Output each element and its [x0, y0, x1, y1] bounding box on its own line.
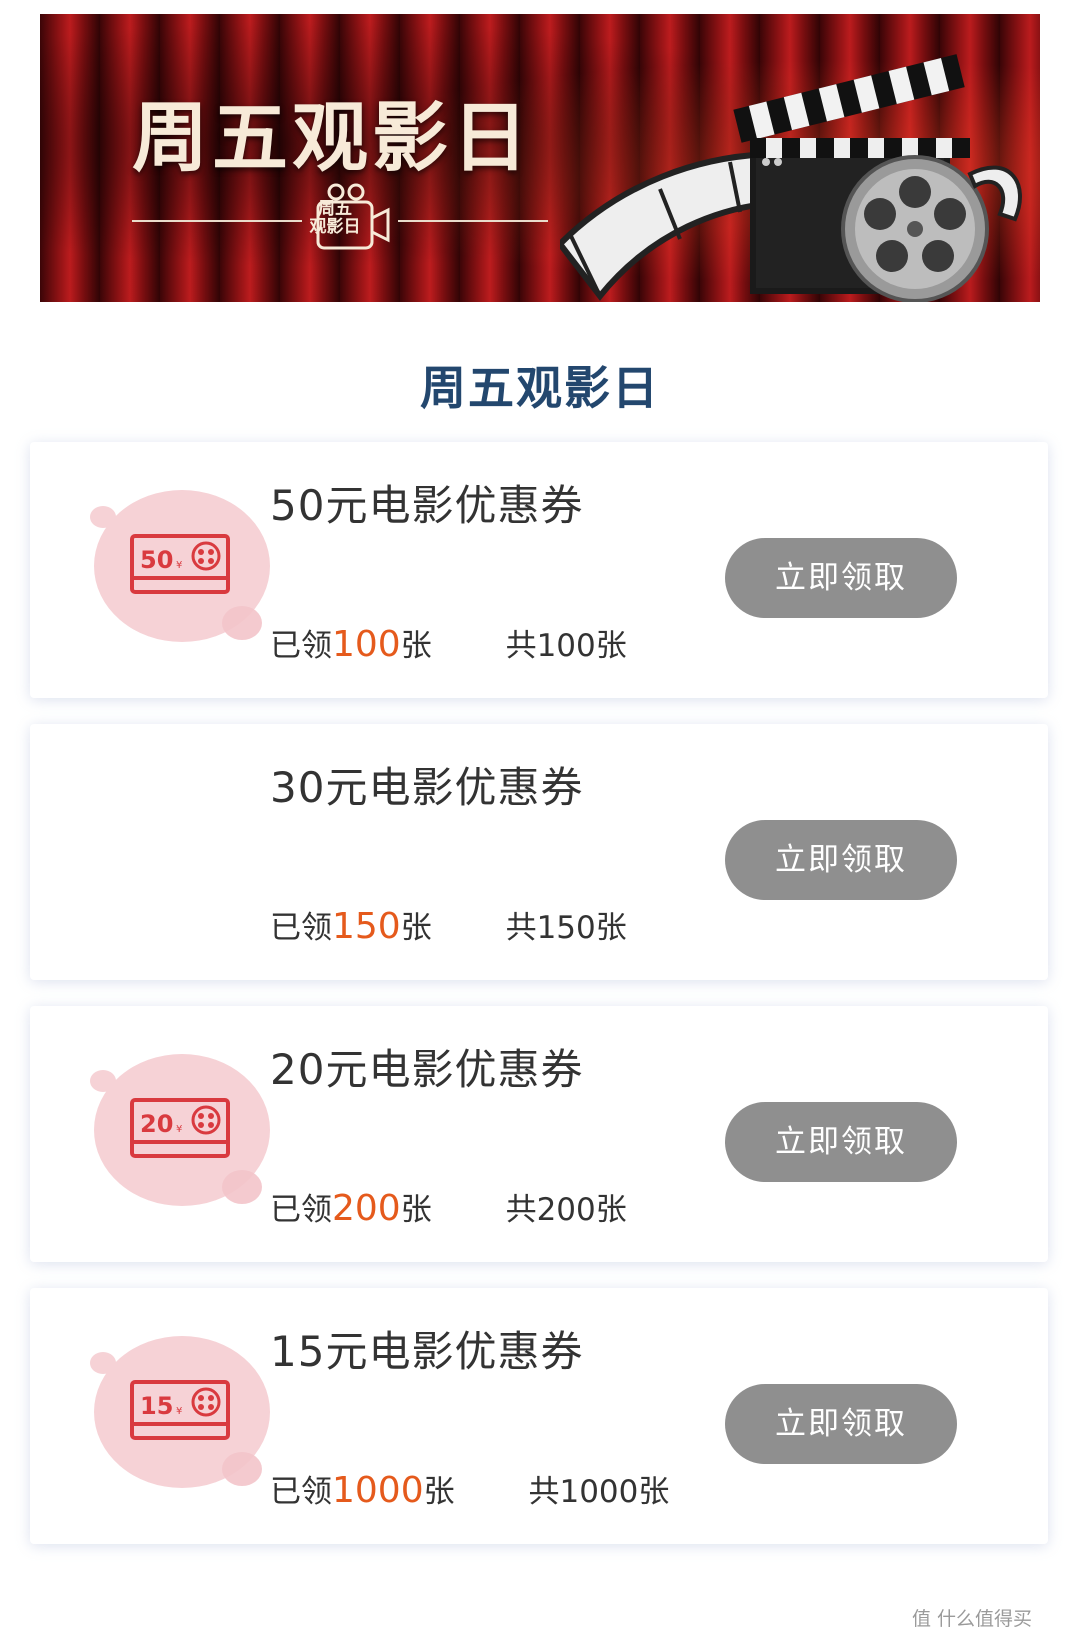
coupon-card: 15 ¥ 15元电影优惠券 已领1000张 共1000张 立即领取 — [30, 1288, 1048, 1544]
claim-button[interactable]: 立即领取 — [725, 820, 957, 900]
coupon-stats: 已领150张 共150张 — [270, 906, 627, 947]
movie-ticket-icon: 20 ¥ — [130, 1098, 230, 1158]
claimed-count: 150 — [332, 906, 401, 947]
svg-text:¥: ¥ — [176, 560, 182, 571]
hero-banner[interactable]: 周五观影日 周五 观影日 — [40, 14, 1040, 302]
coupon-card: 30元电影优惠券 已领150张 共150张 立即领取 — [30, 724, 1048, 980]
svg-text:¥: ¥ — [176, 1406, 182, 1417]
banner-logo-line2: 观影日 — [309, 217, 361, 237]
coupon-title: 15元电影优惠券 — [270, 1327, 584, 1376]
total-count: 共1000张 — [528, 1474, 670, 1510]
claim-button[interactable]: 立即领取 — [725, 538, 957, 618]
svg-text:¥: ¥ — [176, 1124, 182, 1135]
coupon-icon-wrapper: 15 ¥ — [60, 1332, 270, 1502]
coupon-title: 20元电影优惠券 — [270, 1045, 584, 1094]
claimed-count: 1000 — [332, 1470, 424, 1511]
coupon-title: 30元电影优惠券 — [270, 763, 584, 812]
coupon-card: 20 ¥ 20元电影优惠券 已领200张 共200张 立即领取 — [30, 1006, 1048, 1262]
total-count: 共100张 — [505, 628, 627, 664]
clapperboard-film-reel-icon — [560, 54, 1022, 302]
movie-ticket-icon: 50 ¥ — [130, 534, 230, 594]
coupon-icon-wrapper: 20 ¥ — [60, 1050, 270, 1220]
movie-ticket-icon: 15 ¥ — [130, 1380, 230, 1440]
total-count: 共200张 — [505, 1192, 627, 1228]
coupon-stats: 已领200张 共200张 — [270, 1188, 627, 1229]
coupon-title: 50元电影优惠券 — [270, 481, 584, 530]
banner-logo-line1: 周五 — [318, 199, 352, 219]
claim-button[interactable]: 立即领取 — [725, 1102, 957, 1182]
claim-button[interactable]: 立即领取 — [725, 1384, 957, 1464]
claimed-count: 200 — [332, 1188, 401, 1229]
ticket-badge-text: 15 — [140, 1392, 173, 1420]
coupon-stats: 已领100张 共100张 — [270, 624, 627, 665]
coupon-icon-wrapper: 50 ¥ — [60, 486, 270, 656]
claimed-count: 100 — [332, 624, 401, 665]
ticket-badge-text: 20 — [140, 1110, 173, 1138]
banner-divider-left — [132, 220, 302, 222]
page: 周五观影日 周五 观影日 周五观影日 50 ¥ 50元电影优惠券 已领100张 … — [0, 0, 1080, 1632]
section-title: 周五观影日 — [420, 361, 660, 415]
total-count: 共150张 — [505, 910, 627, 946]
banner-divider-right — [398, 220, 548, 222]
watermark: 值 什么值得买 — [911, 1608, 1032, 1630]
ticket-badge-text: 50 — [140, 546, 173, 574]
banner-title: 周五观影日 — [132, 93, 532, 182]
coupon-stats: 已领1000张 共1000张 — [270, 1470, 670, 1511]
coupon-card: 50 ¥ 50元电影优惠券 已领100张 共100张 立即领取 — [30, 442, 1048, 698]
